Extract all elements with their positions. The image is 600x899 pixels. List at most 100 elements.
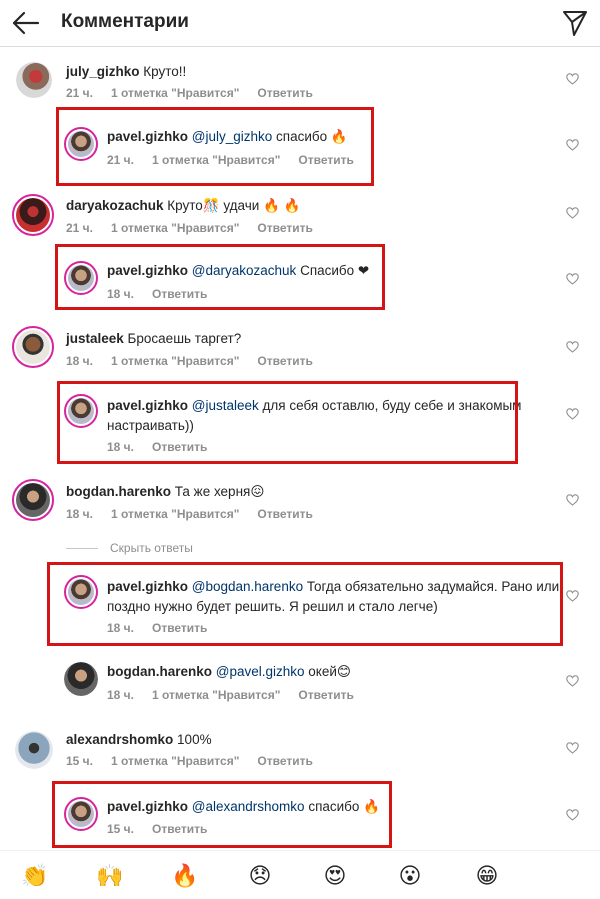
username[interactable]: bogdan.harenko	[107, 664, 212, 679]
arrow-left-icon[interactable]	[12, 10, 40, 36]
heart-icon[interactable]	[566, 590, 579, 602]
likes-count[interactable]: 1 отметка "Нравится"	[111, 221, 239, 235]
username[interactable]: alexandrshomko	[66, 732, 173, 747]
likes-count[interactable]: 1 отметка "Нравится"	[152, 688, 280, 702]
reply-button[interactable]: Ответить	[298, 153, 353, 167]
reply-button[interactable]: Ответить	[257, 86, 312, 100]
reply-button[interactable]: Ответить	[152, 440, 207, 454]
comment-text: pavel.gizhko @daryakozachuk Спасибо ❤	[107, 263, 370, 278]
comment-text: bogdan.harenko @pavel.gizhko окей😊	[107, 664, 351, 679]
emoji-heart-eyes-button[interactable]: 😍	[320, 863, 350, 889]
comment-time: 18 ч.	[107, 287, 134, 301]
reply-button[interactable]: Ответить	[152, 621, 207, 635]
reply-button[interactable]: Ответить	[152, 287, 207, 301]
comment-text: daryakozachuk Круто🎊 удачи 🔥 🔥	[66, 198, 301, 213]
username[interactable]: justaleek	[66, 331, 124, 346]
emoji-clap-button[interactable]: 👏	[20, 863, 50, 889]
heart-icon[interactable]	[566, 675, 579, 687]
comment: july_gizhko Круто!! 21 ч. 1 отметка "Нрав…	[0, 62, 600, 122]
mention-link[interactable]: @justaleek	[192, 398, 259, 413]
heart-icon[interactable]	[566, 494, 579, 506]
comment-time: 18 ч.	[107, 440, 134, 454]
comment-time: 21 ч.	[107, 153, 134, 167]
comment-time: 15 ч.	[107, 822, 134, 836]
heart-icon[interactable]	[566, 408, 579, 420]
reply-button[interactable]: Ответить	[257, 221, 312, 235]
likes-count[interactable]: 1 отметка "Нравится"	[111, 86, 239, 100]
heart-icon[interactable]	[566, 273, 579, 285]
comment-text: justaleek Бросаешь таргет?	[66, 331, 242, 346]
paper-plane-icon[interactable]	[562, 9, 588, 37]
mention-link[interactable]: @pavel.gizhko	[216, 664, 305, 679]
comment-text: pavel.gizhko @bogdan.harenko Тогда обяза…	[107, 579, 560, 614]
mention-link[interactable]: @bogdan.harenko	[192, 579, 303, 594]
likes-count[interactable]: 1 отметка "Нравится"	[111, 507, 239, 521]
comment: justaleek Бросаешь таргет? 18 ч. 1 отметк…	[0, 326, 600, 389]
avatar[interactable]	[64, 127, 98, 161]
username[interactable]: daryakozachuk	[66, 198, 164, 213]
comment-time: 18 ч.	[107, 621, 134, 635]
avatar[interactable]	[64, 261, 98, 295]
emoji-fire-button[interactable]: 🔥	[170, 863, 200, 889]
reply-button[interactable]: Ответить	[152, 822, 207, 836]
heart-icon[interactable]	[566, 207, 579, 219]
reply-button[interactable]: Ответить	[257, 507, 312, 521]
comment-time: 21 ч.	[66, 86, 93, 100]
reply-comment: pavel.gizhko @bogdan.harenko Тогда обяза…	[0, 575, 600, 635]
username[interactable]: pavel.gizhko	[107, 263, 188, 278]
comment-meta: 18 ч. 1 отметка "Нравится" Ответить	[107, 688, 372, 702]
username[interactable]: pavel.gizhko	[107, 799, 188, 814]
hide-replies-toggle[interactable]: Скрыть ответы	[66, 541, 193, 555]
comment-time: 15 ч.	[66, 754, 93, 768]
comment-text: july_gizhko Круто!!	[66, 64, 187, 79]
username[interactable]: pavel.gizhko	[107, 129, 188, 144]
avatar[interactable]	[64, 662, 98, 696]
avatar[interactable]	[12, 479, 54, 521]
comment: alexandrshomko 100% 15 ч. 1 отметка "Нрав…	[0, 730, 600, 790]
comment-text: pavel.gizhko @justaleek для себя оставлю…	[107, 398, 522, 433]
comment-meta: 15 ч. Ответить	[107, 822, 225, 836]
mention-link[interactable]: @july_gizhko	[192, 129, 273, 144]
comment-meta: 18 ч. 1 отметка "Нравится" Ответить	[66, 507, 331, 521]
comment-meta: 21 ч. 1 отметка "Нравится" Ответить	[66, 221, 331, 235]
emoji-surprised-button[interactable]: 😮	[395, 863, 425, 889]
reply-button[interactable]: Ответить	[257, 754, 312, 768]
avatar[interactable]	[64, 394, 98, 428]
heart-icon[interactable]	[566, 73, 579, 85]
heart-icon[interactable]	[566, 742, 579, 754]
avatar[interactable]	[16, 62, 52, 98]
reply-button[interactable]: Ответить	[257, 354, 312, 368]
avatar[interactable]	[12, 194, 54, 236]
emoji-sad-button[interactable]: 😞	[245, 863, 275, 889]
reply-comment: bogdan.harenko @pavel.gizhko окей😊 18 ч.…	[0, 662, 600, 712]
comment-meta: 18 ч. 1 отметка "Нравится" Ответить	[66, 354, 331, 368]
heart-icon[interactable]	[566, 139, 579, 151]
likes-count[interactable]: 1 отметка "Нравится"	[152, 153, 280, 167]
avatar[interactable]	[64, 575, 98, 609]
avatar[interactable]	[64, 797, 98, 831]
emoji-quick-bar: 👏 🙌 🔥 😞 😍 😮 😁	[0, 850, 600, 899]
mention-link[interactable]: @alexandrshomko	[192, 799, 305, 814]
mention-link[interactable]: @daryakozachuk	[192, 263, 297, 278]
likes-count[interactable]: 1 отметка "Нравится"	[111, 754, 239, 768]
top-bar: Комментарии	[0, 0, 600, 47]
username[interactable]: july_gizhko	[66, 64, 140, 79]
avatar[interactable]	[15, 731, 53, 769]
avatar[interactable]	[12, 326, 54, 368]
likes-count[interactable]: 1 отметка "Нравится"	[111, 354, 239, 368]
username[interactable]: pavel.gizhko	[107, 579, 188, 594]
emoji-raised-hands-button[interactable]: 🙌	[95, 863, 125, 889]
comment: daryakozachuk Круто🎊 удачи 🔥 🔥 21 ч. 1 от…	[0, 194, 600, 256]
heart-icon[interactable]	[566, 809, 579, 821]
comment-text: pavel.gizhko @alexandrshomko спасибо 🔥	[107, 799, 380, 814]
username[interactable]: bogdan.harenko	[66, 484, 171, 499]
comment-time: 18 ч.	[66, 354, 93, 368]
emoji-grin-button[interactable]: 😁	[472, 863, 502, 889]
comment-text: alexandrshomko 100%	[66, 732, 212, 747]
reply-comment: pavel.gizhko @alexandrshomko спасибо 🔥 1…	[0, 797, 600, 847]
username[interactable]: pavel.gizhko	[107, 398, 188, 413]
heart-icon[interactable]	[566, 341, 579, 353]
comment-meta: 18 ч. Ответить	[107, 287, 225, 301]
reply-button[interactable]: Ответить	[298, 688, 353, 702]
comment-meta: 21 ч. 1 отметка "Нравится" Ответить	[107, 153, 372, 167]
